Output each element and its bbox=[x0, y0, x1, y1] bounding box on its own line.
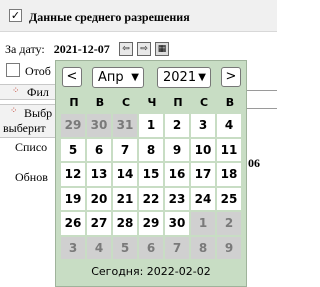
next-month-button[interactable]: > bbox=[221, 67, 241, 87]
calendar-day[interactable]: 4 bbox=[217, 114, 241, 137]
calendar-day-other-month[interactable]: 5 bbox=[113, 236, 137, 259]
calendar-day[interactable]: 5 bbox=[61, 138, 85, 161]
calendar-day-other-month[interactable]: 6 bbox=[139, 236, 163, 259]
calendar-day-other-month[interactable]: 1 bbox=[191, 212, 215, 235]
right-divider bbox=[247, 90, 277, 91]
weekday-label: С bbox=[199, 96, 209, 109]
calendar-day[interactable]: 12 bbox=[61, 163, 85, 186]
select-label-line1[interactable]: Выбр bbox=[24, 106, 55, 121]
right-divider-2 bbox=[247, 108, 277, 109]
prev-date-button[interactable]: ⇦ bbox=[119, 42, 133, 56]
calendar-day[interactable]: 21 bbox=[113, 187, 137, 210]
calendar-day[interactable]: 25 bbox=[217, 187, 241, 210]
month-value: Апр bbox=[98, 70, 124, 85]
weekday-label: П bbox=[69, 96, 79, 109]
weekday-label: В bbox=[95, 96, 105, 109]
right-fragment: 06 bbox=[248, 156, 260, 170]
calendar-popup: < Апр ▼ 2021 ▼ > П В С Ч П С В 29 30 31 1 2 3… bbox=[55, 60, 247, 287]
calendar-day[interactable]: 27 bbox=[87, 212, 111, 235]
calendar-day[interactable]: 13 bbox=[87, 163, 111, 186]
calendar-day[interactable]: 10 bbox=[191, 138, 215, 161]
show-checkbox[interactable] bbox=[6, 63, 20, 77]
weekday-label: С bbox=[121, 96, 131, 109]
calendar-day[interactable]: 16 bbox=[165, 163, 189, 186]
calendar-day[interactable]: 26 bbox=[61, 212, 85, 235]
select-label-line2[interactable]: выберит bbox=[3, 121, 55, 136]
calendar-day[interactable]: 18 bbox=[217, 163, 241, 186]
calendar-day[interactable]: 1 bbox=[139, 114, 163, 137]
day-grid: 29 30 31 1 2 3 4 5 6 7 8 9 10 11 12 13 14 15 16 17 18 19 20 21 2… bbox=[61, 114, 241, 259]
resolution-header: ✓ Данные среднего разрешения bbox=[0, 0, 277, 32]
refresh-label[interactable]: Обнов bbox=[15, 170, 55, 185]
calendar-day[interactable]: 2 bbox=[165, 114, 189, 137]
show-label: Отоб bbox=[25, 64, 51, 78]
calendar-day[interactable]: 3 bbox=[191, 114, 215, 137]
calendar-day[interactable]: 14 bbox=[113, 163, 137, 186]
year-select[interactable]: 2021 ▼ bbox=[157, 67, 211, 88]
chevron-down-icon: ▼ bbox=[131, 72, 139, 83]
next-date-button[interactable]: ⇨ bbox=[137, 42, 151, 56]
list-label: Списо bbox=[15, 140, 48, 154]
calendar-day[interactable]: 15 bbox=[139, 163, 163, 186]
prev-month-button[interactable]: < bbox=[62, 67, 82, 87]
weekday-header: П В С Ч П С В bbox=[61, 96, 243, 110]
weekday-label: В bbox=[225, 96, 235, 109]
calendar-day-other-month[interactable]: 31 bbox=[113, 114, 137, 137]
filter-label[interactable]: Фил bbox=[27, 85, 55, 100]
date-row: За дату: 2021-12-07 bbox=[5, 42, 110, 57]
calendar-day-other-month[interactable]: 8 bbox=[191, 236, 215, 259]
calendar-day-other-month[interactable]: 2 bbox=[217, 212, 241, 235]
calendar-icon[interactable]: ▦ bbox=[155, 42, 169, 56]
calendar-day-other-month[interactable]: 29 bbox=[61, 114, 85, 137]
calendar-day[interactable]: 6 bbox=[87, 138, 111, 161]
medium-resolution-checkbox[interactable]: ✓ bbox=[9, 9, 22, 22]
calendar-day-other-month[interactable]: 4 bbox=[87, 236, 111, 259]
calendar-day[interactable]: 28 bbox=[113, 212, 137, 235]
calendar-day[interactable]: 23 bbox=[165, 187, 189, 210]
date-label: За дату: bbox=[5, 42, 45, 56]
calendar-day[interactable]: 9 bbox=[165, 138, 189, 161]
calendar-day[interactable]: 24 bbox=[191, 187, 215, 210]
calendar-day[interactable]: 30 bbox=[165, 212, 189, 235]
medium-resolution-label: Данные среднего разрешения bbox=[29, 10, 190, 24]
month-select[interactable]: Апр ▼ bbox=[92, 67, 144, 88]
calendar-day-other-month[interactable]: 30 bbox=[87, 114, 111, 137]
weekday-label: П bbox=[173, 96, 183, 109]
filter-marker-icon: ⁘ bbox=[12, 86, 20, 96]
year-value: 2021 bbox=[163, 70, 197, 85]
calendar-day[interactable]: 17 bbox=[191, 163, 215, 186]
calendar-day-other-month[interactable]: 3 bbox=[61, 236, 85, 259]
calendar-day[interactable]: 8 bbox=[139, 138, 163, 161]
calendar-day[interactable]: 19 bbox=[61, 187, 85, 210]
calendar-day-other-month[interactable]: 7 bbox=[165, 236, 189, 259]
calendar-day[interactable]: 20 bbox=[87, 187, 111, 210]
select-marker-icon: ⁘ bbox=[10, 106, 18, 116]
weekday-label: Ч bbox=[147, 96, 157, 109]
today-label[interactable]: Сегодня: 2022-02-02 bbox=[56, 265, 246, 278]
calendar-day[interactable]: 29 bbox=[139, 212, 163, 235]
calendar-day[interactable]: 22 bbox=[139, 187, 163, 210]
chevron-down-icon: ▼ bbox=[198, 72, 206, 83]
date-value[interactable]: 2021-12-07 bbox=[54, 42, 110, 57]
calendar-day-other-month[interactable]: 9 bbox=[217, 236, 241, 259]
calendar-day[interactable]: 7 bbox=[113, 138, 137, 161]
calendar-day[interactable]: 11 bbox=[217, 138, 241, 161]
